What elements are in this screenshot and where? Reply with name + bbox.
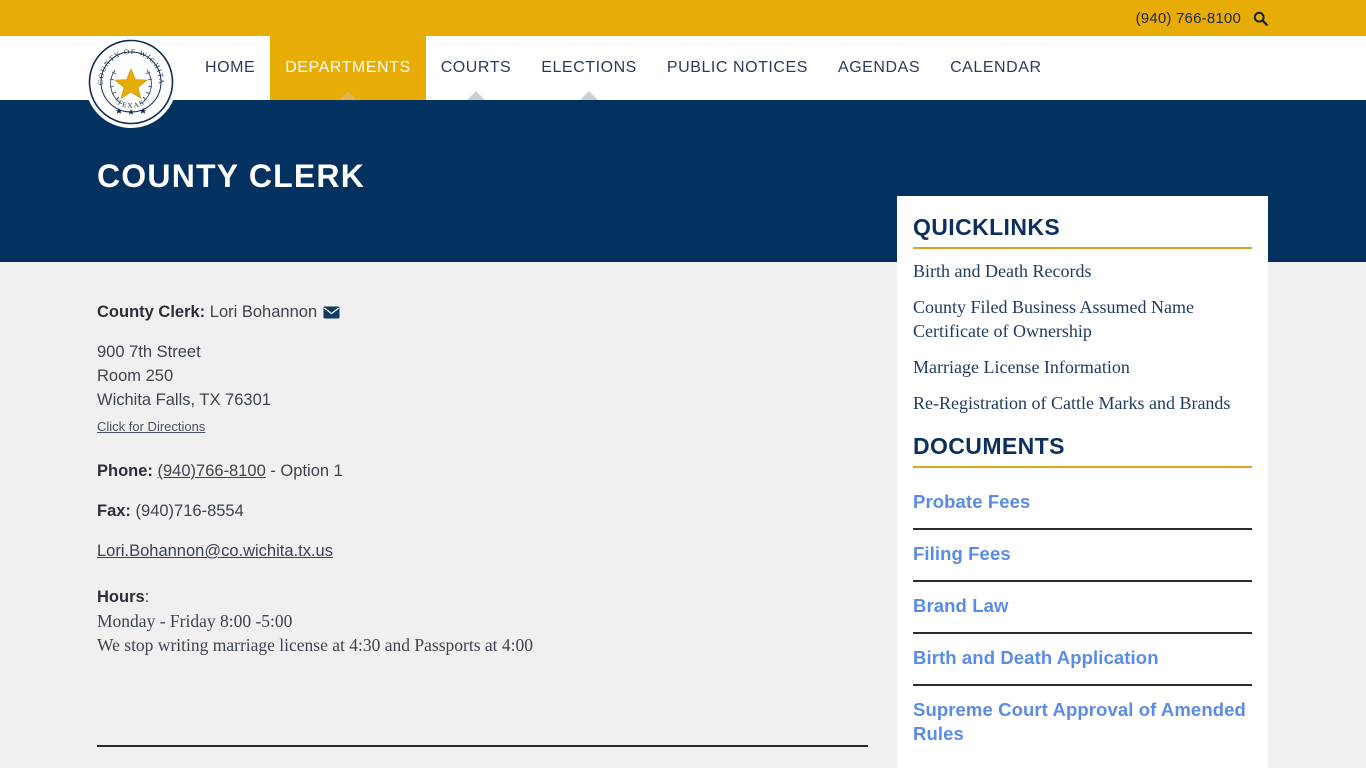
email-line: Lori.Bohannon@co.wichita.tx.us (97, 539, 872, 563)
nav-item-courts[interactable]: COURTS (426, 36, 527, 100)
page-title: COUNTY CLERK (97, 158, 366, 194)
header-phone-number[interactable]: (940) 766-8100 (1136, 10, 1241, 27)
utility-bar-content: (940) 766-8100 (1136, 0, 1268, 36)
document-item: Filing Fees (913, 530, 1252, 582)
document-link-probate-fees[interactable]: Probate Fees (913, 490, 1252, 514)
quicklinks-list: Birth and Death Records County Filed Bus… (913, 259, 1252, 415)
quicklink-item-birth-and-death-records[interactable]: Birth and Death Records (913, 259, 1252, 283)
quicklink-item-marriage-license-information[interactable]: Marriage License Information (913, 355, 1252, 379)
document-link-filing-fees[interactable]: Filing Fees (913, 542, 1252, 566)
hours-label: Hours (97, 588, 145, 606)
address-line-2: Room 250 (97, 367, 174, 385)
document-link-brand-law[interactable]: Brand Law (913, 594, 1252, 618)
main-content: County Clerk: Lori Bohannon 900 7th Stre… (97, 300, 872, 657)
utility-bar: (940) 766-8100 (0, 0, 1366, 36)
nav-item-elections[interactable]: ELECTIONS (526, 36, 652, 100)
quicklinks-heading: QUICKLINKS (913, 214, 1061, 240)
documents-section: DOCUMENTS Probate Fees Filing Fees Brand… (913, 433, 1252, 760)
hours-line-1: Monday - Friday 8:00 -5:00 (97, 611, 293, 631)
nav-item-list: HOME DEPARTMENTS COURTS ELECTIONS PUBLIC… (190, 36, 1057, 100)
quicklinks-heading-rule (913, 247, 1252, 249)
quicklink-item-assumed-name-certificate[interactable]: County Filed Business Assumed Name Certi… (913, 295, 1252, 343)
nav-item-public-notices[interactable]: PUBLIC NOTICES (652, 36, 823, 100)
document-item: Probate Fees (913, 478, 1252, 530)
phone-line: Phone: (940)766-8100 - Option 1 (97, 459, 872, 483)
search-icon[interactable] (1253, 11, 1268, 26)
fax-number: (940)716-8554 (135, 502, 244, 520)
address-block: 900 7th Street Room 250 Wichita Falls, T… (97, 340, 872, 412)
nav-item-agendas[interactable]: AGENDAS (823, 36, 935, 100)
nav-item-home[interactable]: HOME (190, 36, 270, 100)
clerk-label: County Clerk: (97, 303, 206, 321)
document-item: Brand Law (913, 582, 1252, 634)
hours-colon: : (144, 588, 150, 606)
hours-heading: Hours: (97, 585, 872, 609)
page-root: (940) 766-8100 HOME DEPARTMENTS COURTS E… (0, 0, 1366, 768)
directions-line: Click for Directions (97, 412, 872, 439)
directions-link[interactable]: Click for Directions (97, 415, 205, 439)
email-link[interactable]: Lori.Bohannon@co.wichita.tx.us (97, 542, 333, 560)
county-seal-logo[interactable]: COUNTY OF WICHITA TEXAS (85, 36, 177, 128)
hours-line-2: We stop writing marriage license at 4:30… (97, 635, 533, 655)
address-line-1: 900 7th Street (97, 343, 201, 361)
documents-heading: DOCUMENTS (913, 433, 1065, 459)
document-link-supreme-court-approval[interactable]: Supreme Court Approval of Amended Rules (913, 698, 1252, 746)
sidebar-panel: QUICKLINKS Birth and Death Records Count… (897, 196, 1268, 768)
document-item: Birth and Death Application (913, 634, 1252, 686)
fax-line: Fax: (940)716-8554 (97, 499, 872, 523)
nav-item-calendar[interactable]: CALENDAR (935, 36, 1057, 100)
address-line-3: Wichita Falls, TX 76301 (97, 391, 271, 409)
phone-link[interactable]: (940)766-8100 (158, 462, 266, 480)
phone-option: - Option 1 (265, 462, 343, 480)
fax-label: Fax: (97, 502, 131, 520)
main-navigation: HOME DEPARTMENTS COURTS ELECTIONS PUBLIC… (0, 36, 1366, 100)
envelope-icon[interactable] (323, 302, 340, 319)
document-link-birth-and-death-application[interactable]: Birth and Death Application (913, 646, 1252, 670)
quicklink-item-cattle-marks-and-brands[interactable]: Re-Registration of Cattle Marks and Bran… (913, 391, 1252, 415)
clerk-line: County Clerk: Lori Bohannon (97, 300, 872, 324)
hours-block: Hours: Monday - Friday 8:00 -5:00 We sto… (97, 585, 872, 657)
phone-label: Phone: (97, 462, 153, 480)
documents-heading-rule (913, 466, 1252, 468)
content-divider (97, 745, 868, 747)
nav-item-departments[interactable]: DEPARTMENTS (270, 36, 426, 100)
document-item: Supreme Court Approval of Amended Rules (913, 686, 1252, 760)
clerk-name: Lori Bohannon (209, 303, 318, 321)
